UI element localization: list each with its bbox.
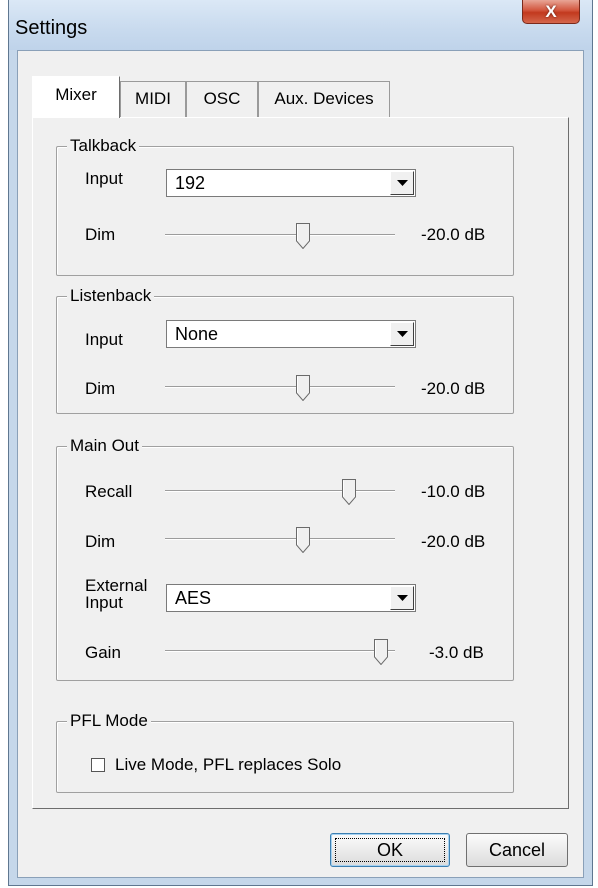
talkback-input-select[interactable]: 192 bbox=[166, 169, 416, 197]
external-input-label-line2: Input bbox=[85, 593, 123, 612]
slider-thumb[interactable] bbox=[296, 223, 310, 249]
slider-track bbox=[165, 234, 395, 236]
main-out-group: Main Out Recall -10.0 dB Dim -20.0 dB Ex… bbox=[56, 435, 514, 681]
slider-track bbox=[165, 490, 395, 492]
cancel-button-label: Cancel bbox=[488, 840, 546, 860]
listenback-input-value: None bbox=[175, 324, 219, 344]
listenback-input-label: Input bbox=[85, 330, 123, 349]
main-out-recall-slider[interactable] bbox=[165, 471, 395, 511]
ok-button[interactable]: OK bbox=[330, 833, 450, 867]
slider-thumb[interactable] bbox=[342, 479, 356, 505]
listenback-group: Listenback Input None Dim -20.0 dB bbox=[56, 285, 514, 414]
talkback-input-value: 192 bbox=[175, 173, 206, 193]
live-mode-checkbox-label[interactable]: Live Mode, PFL replaces Solo bbox=[115, 755, 341, 775]
chevron-down-icon bbox=[397, 331, 408, 337]
slider-track bbox=[165, 386, 395, 388]
listenback-dim-slider[interactable] bbox=[165, 367, 395, 407]
tab-aux-devices-label: Aux. Devices bbox=[274, 89, 374, 108]
listenback-dim-value: -20.0 dB bbox=[421, 379, 486, 398]
title-bar[interactable]: Settings X bbox=[9, 0, 592, 50]
talkback-group: Talkback Input 192 Dim -20.0 dB bbox=[56, 135, 514, 276]
main-out-dim-value: -20.0 dB bbox=[421, 532, 486, 551]
chevron-down-icon bbox=[397, 180, 408, 186]
focus-rectangle bbox=[335, 838, 445, 862]
window-title: Settings bbox=[15, 17, 88, 39]
tab-midi-label: MIDI bbox=[135, 89, 171, 108]
talkback-dim-value: -20.0 dB bbox=[421, 225, 486, 244]
live-mode-checkbox[interactable] bbox=[91, 758, 105, 772]
talkback-dim-slider[interactable] bbox=[165, 215, 395, 255]
listenback-dim-label: Dim bbox=[85, 379, 116, 398]
close-icon: X bbox=[545, 1, 557, 21]
slider-thumb[interactable] bbox=[296, 375, 310, 401]
listenback-input-select[interactable]: None bbox=[166, 320, 416, 348]
tab-osc[interactable]: OSC bbox=[186, 81, 258, 117]
main-out-recall-value: -10.0 dB bbox=[421, 482, 486, 501]
main-out-gain-value: -3.0 dB bbox=[429, 643, 484, 662]
dialog-client-area: Mixer MIDI OSC Aux. Devices Talkback Inp… bbox=[17, 50, 584, 878]
talkback-dim-label: Dim bbox=[85, 225, 116, 244]
main-out-gain-label: Gain bbox=[85, 643, 121, 662]
main-out-external-input-value: AES bbox=[175, 588, 212, 608]
close-button[interactable]: X bbox=[522, 0, 580, 24]
cancel-button[interactable]: Cancel bbox=[466, 833, 568, 867]
listenback-legend: Listenback bbox=[67, 285, 155, 307]
tab-midi[interactable]: MIDI bbox=[120, 81, 186, 117]
tab-mixer-label: Mixer bbox=[55, 85, 97, 104]
talkback-legend: Talkback bbox=[67, 135, 140, 157]
tab-mixer[interactable]: Mixer bbox=[32, 76, 120, 118]
main-out-recall-label: Recall bbox=[85, 482, 133, 501]
pfl-mode-legend: PFL Mode bbox=[67, 710, 151, 732]
slider-track bbox=[165, 538, 395, 540]
tab-osc-label: OSC bbox=[203, 89, 241, 108]
settings-window: Settings X Mixer MIDI OSC Aux. Devices T… bbox=[8, 0, 593, 886]
main-out-external-input-select[interactable]: AES bbox=[166, 584, 416, 612]
main-out-legend: Main Out bbox=[67, 435, 142, 457]
chevron-down-icon bbox=[397, 595, 408, 601]
main-out-dim-label: Dim bbox=[85, 532, 116, 551]
slider-track bbox=[165, 650, 395, 652]
talkback-input-label: Input bbox=[85, 169, 123, 188]
slider-thumb[interactable] bbox=[296, 527, 310, 553]
external-input-dropdown-button[interactable] bbox=[390, 586, 414, 610]
tab-aux-devices[interactable]: Aux. Devices bbox=[258, 81, 390, 117]
slider-thumb[interactable] bbox=[374, 639, 389, 665]
listenback-input-dropdown-button[interactable] bbox=[390, 322, 414, 346]
main-out-external-input-label: External Input bbox=[85, 577, 147, 611]
talkback-input-dropdown-button[interactable] bbox=[390, 171, 414, 195]
pfl-mode-group: PFL Mode Live Mode, PFL replaces Solo bbox=[56, 710, 514, 793]
main-out-gain-slider[interactable] bbox=[165, 631, 395, 671]
main-out-dim-slider[interactable] bbox=[165, 519, 395, 559]
